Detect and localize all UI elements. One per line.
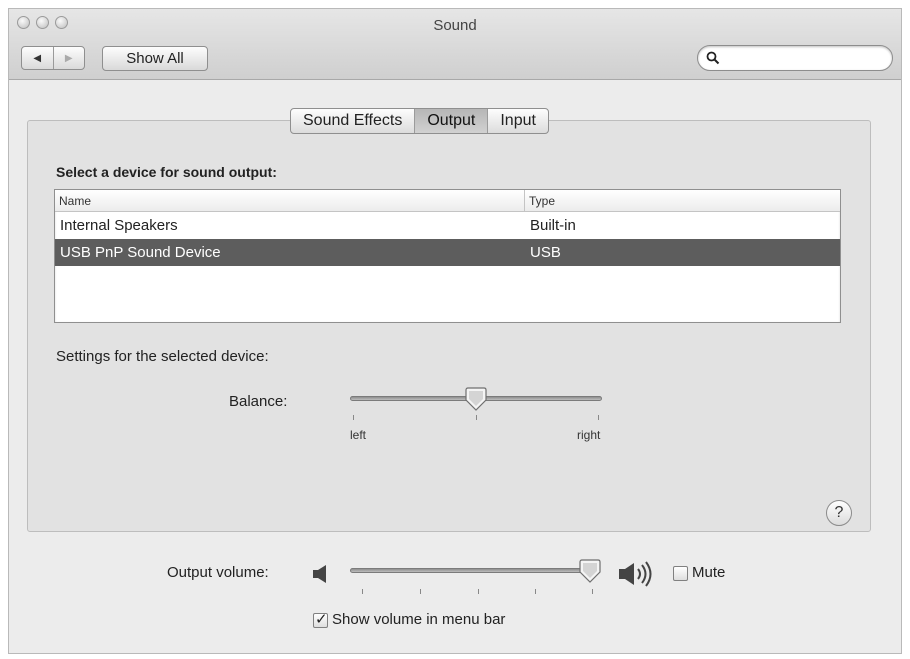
toolbar: Sound ◀ ▶ Show All — [9, 9, 901, 80]
volume-tick — [478, 589, 479, 594]
device-select-heading: Select a device for sound output: — [56, 164, 277, 180]
mute-checkbox[interactable] — [673, 566, 688, 581]
forward-button[interactable]: ▶ — [54, 47, 85, 69]
back-button[interactable]: ◀ — [22, 47, 54, 69]
table-row-selected[interactable]: USB PnP Sound Device USB — [55, 239, 840, 266]
output-device-table: Name Type Internal Speakers Built-in USB… — [54, 189, 841, 323]
volume-slider-track[interactable] — [350, 568, 597, 573]
speaker-low-icon — [313, 565, 326, 583]
tab-output[interactable]: Output — [415, 109, 489, 133]
volume-tick — [420, 589, 421, 594]
volume-tick — [362, 589, 363, 594]
balance-tick-right — [598, 415, 599, 420]
balance-label: Balance: — [229, 393, 288, 410]
settings-heading: Settings for the selected device: — [56, 348, 269, 365]
output-tab-panel — [27, 120, 871, 532]
speaker-high-icon — [619, 561, 652, 587]
show-all-button[interactable]: Show All — [102, 46, 208, 71]
balance-tick-center — [476, 415, 477, 420]
volume-slider-knob[interactable] — [578, 558, 601, 584]
back-forward-control: ◀ ▶ — [21, 46, 85, 70]
device-type-cell: USB — [530, 244, 561, 261]
volume-tick — [592, 589, 593, 594]
balance-left-label: left — [350, 428, 367, 442]
device-name-cell: USB PnP Sound Device — [60, 244, 221, 261]
help-button[interactable]: ? — [826, 500, 852, 526]
column-header-type[interactable]: Type — [525, 190, 555, 211]
tab-sound-effects[interactable]: Sound Effects — [291, 109, 416, 133]
balance-slider-knob[interactable] — [465, 386, 487, 412]
table-header: Name Type — [55, 190, 840, 212]
tab-input[interactable]: Input — [488, 109, 548, 133]
balance-tick-left — [353, 415, 354, 420]
window-title: Sound — [433, 17, 477, 34]
table-row[interactable]: Internal Speakers Built-in — [55, 212, 840, 239]
search-icon — [706, 51, 720, 65]
volume-tick — [535, 589, 536, 594]
search-field[interactable] — [697, 45, 893, 71]
device-type-cell: Built-in — [530, 217, 576, 234]
show-volume-in-menu-bar-checkbox[interactable] — [313, 610, 328, 628]
mute-label: Mute — [692, 564, 726, 581]
column-header-name[interactable]: Name — [55, 190, 525, 211]
search-input[interactable] — [724, 49, 892, 67]
tab-bar: Sound Effects Output Input — [290, 108, 549, 134]
balance-right-label: right — [577, 428, 601, 442]
output-volume-label: Output volume: — [167, 564, 269, 581]
show-volume-in-menu-bar-label: Show volume in menu bar — [332, 611, 506, 628]
device-name-cell: Internal Speakers — [60, 217, 178, 234]
